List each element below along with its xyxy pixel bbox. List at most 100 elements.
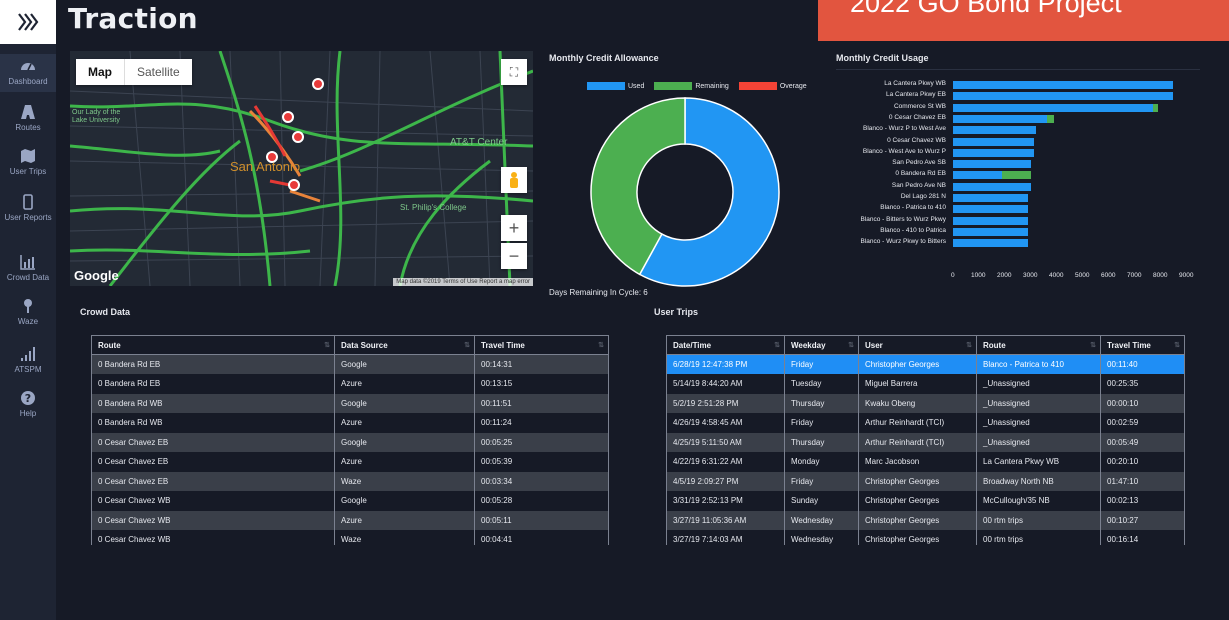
table-row[interactable]: 0 Cesar Chavez EB Waze 00:03:34	[91, 471, 609, 491]
incident-marker[interactable]	[282, 111, 294, 123]
traffic-map[interactable]: San Antonio AT&T Center St. Philip's Col…	[70, 51, 533, 286]
column-header[interactable]: User ⇅	[858, 335, 977, 355]
table-row[interactable]: 6/28/19 12:47:38 PM Friday Christopher Geo…	[666, 354, 1185, 374]
usage-bar[interactable]	[953, 103, 1154, 112]
zoom-in-button[interactable]: +	[501, 215, 527, 241]
legend-item-overage[interactable]: Overage	[738, 82, 807, 90]
usage-bar[interactable]	[953, 171, 1003, 180]
map-tab[interactable]: Map	[76, 59, 125, 85]
sidebar-item-waze[interactable]: Waze	[0, 298, 56, 327]
bar-category-label: San Pedro Ave SB	[892, 159, 946, 167]
incident-marker[interactable]	[288, 179, 300, 191]
svg-text:?: ?	[25, 392, 31, 405]
column-header[interactable]: Weekday ⇅	[784, 335, 859, 355]
column-header[interactable]: Route ⇅	[91, 335, 335, 355]
table-cell: Christopher Georges	[858, 491, 977, 511]
sidebar-item-atspm[interactable]: ATSPM	[0, 346, 56, 375]
incident-marker[interactable]	[292, 131, 304, 143]
bar-category-label: Blanco - Wurz Pkwy to Bitters	[860, 238, 947, 246]
table-row[interactable]: 5/14/19 8:44:20 AM Tuesday Miguel Barrera _…	[666, 374, 1185, 394]
table-cell: Kwaku Obeng	[858, 393, 977, 413]
days-remaining: Days Remaining In Cycle: 6	[549, 288, 648, 297]
pegman-icon	[510, 172, 518, 188]
table-row[interactable]: 3/27/19 11:05:36 AM Wednesday Christopher …	[666, 510, 1185, 530]
column-label: Route	[98, 340, 121, 350]
usage-bar[interactable]	[953, 227, 1029, 236]
crowd-table-wrap[interactable]: Route ⇅ Data Source ⇅ Travel Time ⇅ 0 Bande…	[91, 335, 611, 545]
legend-item-used[interactable]: Used	[587, 82, 644, 90]
legend-swatch	[654, 82, 693, 90]
table-cell: 3/31/19 2:52:13 PM	[666, 491, 785, 511]
usage-bar[interactable]	[953, 194, 1029, 202]
table-cell: 00:13:15	[474, 374, 609, 394]
usage-bar[interactable]	[1153, 103, 1159, 112]
column-label: User	[865, 340, 883, 350]
usage-bar[interactable]	[1002, 171, 1031, 180]
table-row[interactable]: 0 Cesar Chavez WB Waze 00:04:41	[91, 530, 609, 545]
x-tick-label: 2000	[997, 272, 1012, 279]
bar-category-label: Del Lago 281 N	[900, 193, 946, 200]
table-row[interactable]: 5/2/19 2:51:28 PM Thursday Kwaku Obeng _Una…	[666, 393, 1185, 413]
table-cell: 00:16:14	[1100, 530, 1185, 545]
street-view-button[interactable]	[501, 167, 527, 193]
table-row[interactable]: 4/25/19 5:11:50 AM Thursday Arthur Reinhar…	[666, 432, 1185, 452]
usage-bar[interactable]	[953, 148, 1034, 157]
table-row[interactable]: 0 Bandera Rd EB Google 00:14:31	[91, 354, 609, 374]
table-cell: Marc Jacobson	[858, 452, 977, 472]
sidebar-item-user-trips[interactable]: User Trips	[0, 148, 56, 177]
column-header[interactable]: Travel Time ⇅	[474, 335, 609, 355]
table-row[interactable]: 0 Cesar Chavez EB Azure 00:05:39	[91, 452, 609, 472]
logo[interactable]	[0, 0, 56, 44]
table-row[interactable]: 0 Bandera Rd WB Google 00:11:51	[91, 393, 609, 413]
usage-bar[interactable]	[1046, 114, 1055, 123]
usage-bar[interactable]	[953, 216, 1029, 225]
plus-icon: +	[508, 217, 520, 238]
table-row[interactable]: 3/27/19 7:14:03 AM Wednesday Christopher G…	[666, 530, 1185, 545]
table-row[interactable]: 0 Cesar Chavez WB Azure 00:05:11	[91, 510, 609, 530]
usage-bar[interactable]	[953, 182, 1031, 191]
table-row[interactable]: 0 Bandera Rd WB Azure 00:11:24	[91, 413, 609, 433]
crowd-table: Route ⇅ Data Source ⇅ Travel Time ⇅ 0 Bande…	[91, 335, 609, 545]
trips-table-wrap[interactable]: Date/Time ⇅ Weekday ⇅ User ⇅ Route ⇅ Travel …	[666, 335, 1186, 545]
sidebar-item-help[interactable]: ? Help	[0, 390, 56, 419]
column-header[interactable]: Route ⇅	[976, 335, 1101, 355]
table-cell: Google	[334, 354, 475, 374]
column-header[interactable]: Travel Time ⇅	[1100, 335, 1185, 355]
usage-bar[interactable]	[953, 205, 1029, 214]
bar-category-label: La Cantera Pkwy WB	[884, 80, 946, 87]
pin-icon	[24, 299, 32, 313]
incident-marker[interactable]	[312, 78, 324, 90]
table-row[interactable]: 4/5/19 2:09:27 PM Friday Christopher Georg…	[666, 471, 1185, 491]
table-cell: Broadway North NB	[976, 471, 1101, 491]
table-cell: 5/2/19 2:51:28 PM	[666, 393, 785, 413]
table-row[interactable]: 4/26/19 4:58:45 AM Friday Arthur Reinhardt…	[666, 413, 1185, 433]
column-header[interactable]: Date/Time ⇅	[666, 335, 785, 355]
table-row[interactable]: 0 Cesar Chavez EB Google 00:05:25	[91, 432, 609, 452]
table-row[interactable]: 0 Cesar Chavez WB Google 00:05:28	[91, 491, 609, 511]
bar-category-label: San Pedro Ave NB	[891, 181, 946, 189]
usage-bar[interactable]	[953, 114, 1047, 123]
sidebar-item-dashboard[interactable]: Dashboard	[0, 54, 56, 92]
table-row[interactable]: 0 Bandera Rd EB Azure 00:13:15	[91, 374, 609, 394]
table-row[interactable]: 3/31/19 2:52:13 PM Sunday Christopher Geor…	[666, 491, 1185, 511]
table-cell: Thursday	[784, 393, 859, 413]
map-attribution[interactable]: Map data ©2019 Terms of Use Report a map…	[393, 278, 533, 286]
app-title: Traction	[68, 2, 198, 35]
usage-bar[interactable]	[953, 160, 1031, 169]
zoom-out-button[interactable]: −	[501, 243, 527, 269]
satellite-tab[interactable]: Satellite	[125, 59, 192, 85]
usage-bar[interactable]	[953, 137, 1034, 146]
sidebar-item-crowd-data[interactable]: Crowd Data	[0, 254, 56, 283]
table-cell: Google	[334, 393, 475, 413]
table-cell: Arthur Reinhardt (TCI)	[858, 413, 977, 433]
fullscreen-button[interactable]: ⛶	[501, 59, 527, 85]
usage-bar[interactable]	[953, 81, 1173, 89]
usage-bar[interactable]	[953, 92, 1173, 101]
sidebar-item-user-reports[interactable]: User Reports	[0, 194, 56, 223]
sidebar-item-routes[interactable]: Routes	[0, 104, 56, 133]
usage-bar[interactable]	[953, 239, 1029, 248]
column-header[interactable]: Data Source ⇅	[334, 335, 475, 355]
usage-bar[interactable]	[953, 126, 1037, 135]
legend-item-remaining[interactable]: Remaining	[654, 82, 729, 90]
table-row[interactable]: 4/22/19 6:31:22 AM Monday Marc Jacobson La …	[666, 452, 1185, 472]
